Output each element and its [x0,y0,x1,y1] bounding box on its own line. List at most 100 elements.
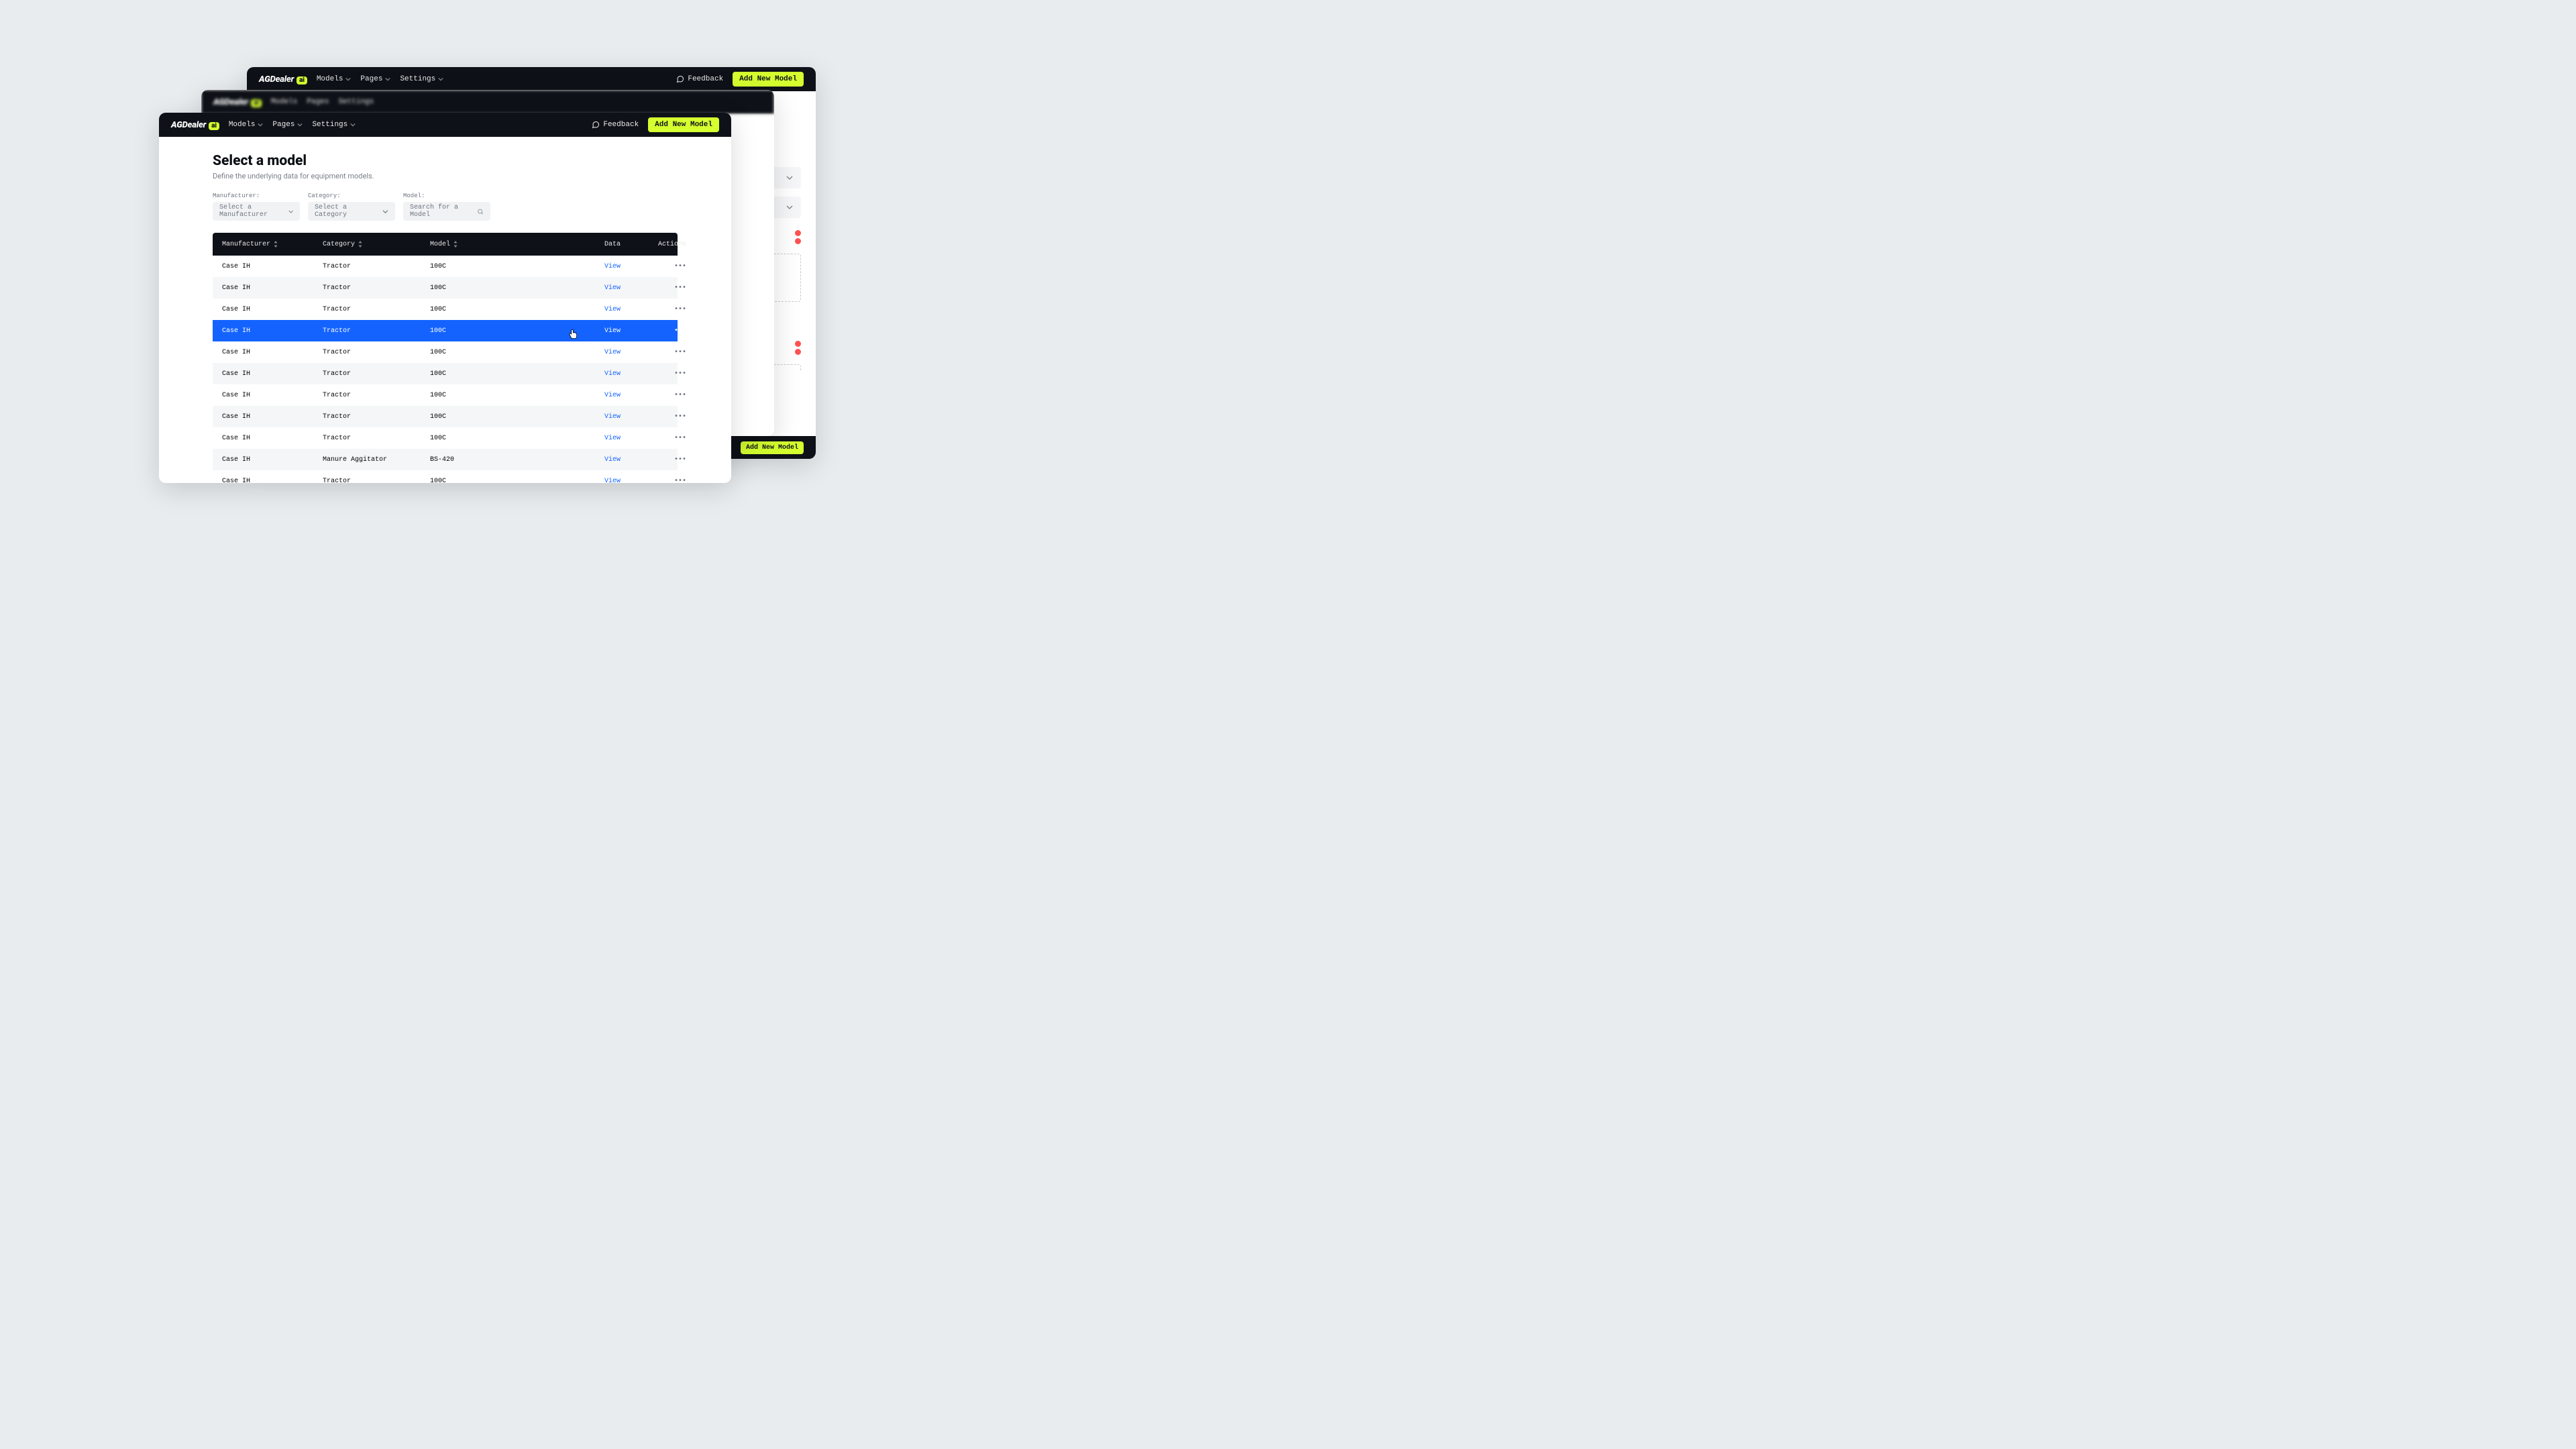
page-title: Select a model [213,153,678,169]
nav-settings[interactable]: Settings [312,121,356,129]
cell-category: Tractor [323,392,430,399]
view-link[interactable]: View [604,284,621,292]
table-row[interactable]: Case IHTractor100CView••• [213,299,678,320]
view-link[interactable]: View [604,478,621,484]
cell-manufacturer: Case IH [222,392,323,399]
select-manufacturer[interactable]: Select a Manufacturer [213,202,300,221]
cell-actions: ••• [642,370,686,378]
view-link[interactable]: View [604,435,621,442]
view-link[interactable]: View [604,327,621,335]
cell-manufacturer: Case IH [222,413,323,421]
more-actions-icon[interactable]: ••• [674,435,686,442]
table-row[interactable]: Case IHTractor100CView••• [213,256,678,277]
cell-category: Tractor [323,435,430,442]
nav-pages-label: Pages [272,121,294,129]
sort-icon [453,241,458,248]
cell-data: View [604,370,642,378]
cell-category: Tractor [323,284,430,292]
more-actions-icon[interactable]: ••• [674,284,686,292]
more-actions-icon[interactable]: ••• [674,327,686,335]
more-actions-icon[interactable]: ••• [674,392,686,399]
logo-dealer: Dealer [225,97,248,107]
cell-model: 100C [430,392,604,399]
nav-models[interactable]: Models [229,121,264,129]
cell-data: View [604,478,642,484]
add-new-model-button-back[interactable]: Add New Model [733,72,804,87]
feedback-link-back[interactable]: Feedback [676,75,723,83]
search-icon [477,208,484,215]
cell-actions: ••• [642,478,686,484]
cell-manufacturer: Case IH [222,435,323,442]
view-link[interactable]: View [604,392,621,399]
remove-icon[interactable] [795,230,801,236]
remove-icon[interactable] [795,238,801,244]
more-actions-icon[interactable]: ••• [674,370,686,378]
search-model[interactable]: Search for a Model [403,202,490,221]
topbar-front: AGDealer ai Models Pages Settings Feedba… [159,113,731,137]
nav-back: Models Pages Settings [317,75,443,83]
more-actions-icon[interactable]: ••• [674,413,686,421]
select-category[interactable]: Select a Category [308,202,395,221]
view-link[interactable]: View [604,413,621,421]
logo: AGDealer ai [171,120,219,130]
view-link[interactable]: View [604,306,621,313]
cell-actions: ••• [642,435,686,442]
panel-select-model: Select a model Define the underlying dat… [159,137,731,483]
more-actions-icon[interactable]: ••• [674,263,686,270]
chevron-down-icon [786,204,793,211]
remove-icon[interactable] [795,349,801,355]
table-row[interactable]: Case IHTractor100CView••• [213,277,678,299]
cell-actions: ••• [642,456,686,464]
cell-data: View [604,413,642,421]
more-actions-icon[interactable]: ••• [674,349,686,356]
logo-badge: ai [209,122,219,130]
table-row[interactable]: Case IHTractor100CView••• [213,320,678,341]
filter-category-label: Category: [308,193,395,199]
nav-models[interactable]: Models [317,75,352,83]
view-link[interactable]: View [604,263,621,270]
nav-pages-label: Pages [307,98,329,106]
table-row[interactable]: Case IHTractor100CView••• [213,384,678,406]
table-body: Case IHTractor100CView•••Case IHTractor1… [213,256,678,483]
topbar-mid: AGDealer ai Models Pages Settings [201,90,774,114]
feedback-label: Feedback [603,121,639,129]
cell-actions: ••• [642,413,686,421]
th-model[interactable]: Model [430,241,604,248]
nav-front: Models Pages Settings [229,121,356,129]
logo-badge: ai [251,99,262,107]
table-row[interactable]: Case IHTractor100CView••• [213,341,678,363]
view-link[interactable]: View [604,456,621,464]
nav-settings[interactable]: Settings [400,75,443,83]
nav-pages[interactable]: Pages [360,75,390,83]
table-row[interactable]: Case IHTractor100CView••• [213,427,678,449]
table-row[interactable]: Case IHTractor100CView••• [213,470,678,483]
cell-data: View [604,456,642,464]
cell-manufacturer: Case IH [222,478,323,484]
add-new-model-button-front[interactable]: Add New Model [648,117,719,132]
cell-manufacturer: Case IH [222,370,323,378]
view-link[interactable]: View [604,349,621,356]
more-actions-icon[interactable]: ••• [674,456,686,464]
th-manufacturer[interactable]: Manufacturer [222,241,323,248]
nav-pages[interactable]: Pages [272,121,303,129]
table-row[interactable]: Case IHTractor100CView••• [213,363,678,384]
view-link[interactable]: View [604,370,621,378]
sort-icon [358,241,363,248]
feedback-link-front[interactable]: Feedback [592,121,639,129]
page-subtitle: Define the underlying data for equipment… [213,172,678,180]
remove-icon[interactable] [795,341,801,347]
th-category[interactable]: Category [323,241,430,248]
more-actions-icon[interactable]: ••• [674,306,686,313]
table-row[interactable]: Case IHTractor100CView••• [213,406,678,427]
cell-model: 100C [430,478,604,484]
cell-manufacturer: Case IH [222,456,323,464]
table-row[interactable]: Case IHManure AggitatorBS-420View••• [213,449,678,470]
cell-model: 100C [430,327,604,335]
filter-manufacturer: Manufacturer: Select a Manufacturer [213,193,300,221]
chevron-down-icon [297,122,303,127]
nav-settings: Settings [338,98,374,106]
add-new-model-button-bottombar[interactable]: Add New Model [741,441,804,454]
cell-category: Tractor [323,478,430,484]
nav-models-label: Models [317,75,343,83]
more-actions-icon[interactable]: ••• [674,478,686,484]
